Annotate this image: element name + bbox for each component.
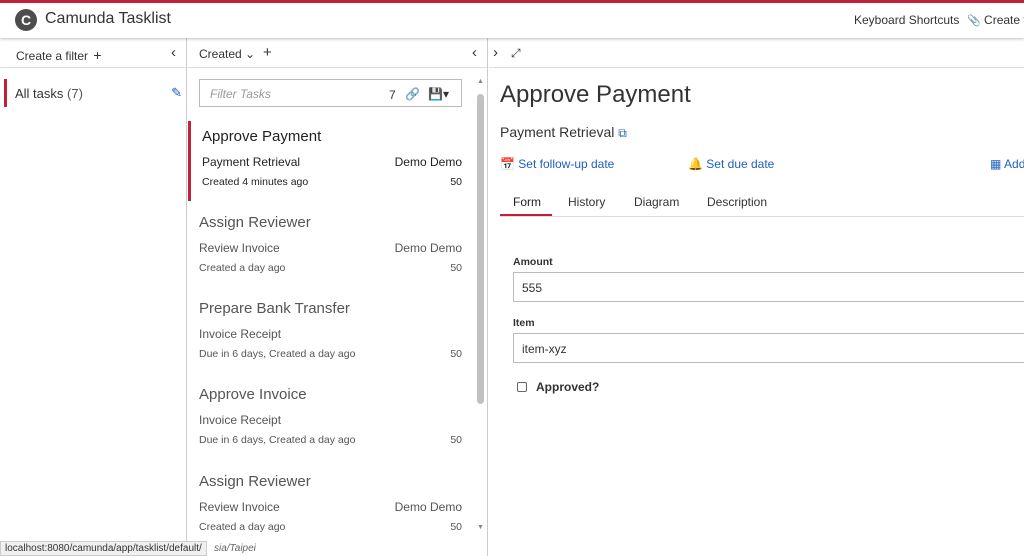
add-label: Add [1004, 157, 1024, 171]
save-floppy-icon[interactable]: 💾▾ [428, 87, 449, 101]
edit-filter-pencil-icon[interactable]: ✎ [171, 85, 182, 101]
task-priority: 50 [450, 348, 462, 360]
filter-count: (7) [67, 86, 83, 101]
scroll-down-arrow-icon[interactable]: ▼ [477, 524, 484, 531]
grid-icon: ▦ [990, 157, 1002, 171]
collapse-tasklist-icon[interactable]: ‹ [472, 44, 477, 61]
item-field[interactable]: item-xyz [513, 333, 1024, 363]
item-value: item-xyz [522, 342, 567, 356]
link-icon[interactable]: 🔗 [405, 87, 420, 101]
task-process: Review Invoice [199, 241, 280, 255]
tasklist-header: Created ⌄ + ‹ [188, 38, 487, 68]
set-follow-up-date-button[interactable]: 📅 Set follow-up date [500, 157, 614, 171]
task-created: Due in 6 days, Created a day ago [199, 348, 356, 360]
bell-icon: 🔔 [688, 157, 703, 171]
filters-header: Create a filter + ‹ [0, 38, 186, 68]
task-item[interactable]: Approve Payment Payment Retrieval Demo D… [188, 121, 472, 201]
search-placeholder: Filter Tasks [210, 87, 271, 101]
task-assignee: Demo Demo [394, 500, 462, 514]
task-assignee: Demo Demo [394, 155, 462, 169]
top-navbar: C Camunda Tasklist Keyboard Shortcuts 📎 … [0, 0, 1024, 38]
task-item[interactable]: Assign Reviewer Review Invoice Demo Demo… [188, 207, 472, 287]
approved-label: Approved? [536, 380, 600, 394]
expand-panel-icon[interactable]: › [493, 44, 498, 61]
scrollbar-thumb[interactable] [477, 94, 484, 404]
task-priority: 50 [450, 434, 462, 446]
add-groups-button[interactable]: ▦ Add [990, 157, 1024, 171]
task-name: Approve Invoice [199, 386, 307, 403]
task-created: Created 4 minutes ago [202, 176, 309, 188]
follow-up-label: Set follow-up date [518, 157, 615, 171]
set-due-date-button[interactable]: 🔔 Set due date [688, 157, 774, 171]
task-process: Review Invoice [199, 500, 280, 514]
calendar-icon: 📅 [500, 157, 515, 171]
create-task-link[interactable]: 📎 Create t [967, 13, 1024, 27]
detail-tabs: Form History Diagram Description [500, 193, 1024, 217]
filter-name: All tasks [15, 86, 64, 101]
plus-icon: + [93, 47, 102, 63]
process-name: Payment Retrieval [500, 124, 615, 140]
filter-tasks-search[interactable]: Filter Tasks 7 🔗 💾▾ [199, 79, 462, 107]
tab-diagram[interactable]: Diagram [634, 195, 679, 209]
task-created: Created a day ago [199, 521, 286, 533]
scroll-up-arrow-icon[interactable]: ▲ [477, 78, 484, 85]
timezone-text: sia/Taipei [214, 543, 256, 554]
collapse-filters-icon[interactable]: ‹ [171, 44, 176, 61]
task-count: 7 [389, 88, 396, 102]
paperclip-icon: 📎 [967, 15, 981, 27]
active-tab-indicator [500, 214, 552, 216]
task-name: Assign Reviewer [199, 214, 311, 231]
amount-field[interactable]: 555 [513, 272, 1024, 302]
filter-label: All tasks (7) [15, 86, 83, 101]
task-item[interactable]: Approve Invoice Invoice Receipt Due in 6… [188, 379, 472, 459]
task-priority: 50 [450, 176, 462, 188]
app-title[interactable]: Camunda Tasklist [45, 10, 171, 28]
browser-status-url: localhost:8080/camunda/app/tasklist/defa… [0, 541, 207, 556]
sort-label: Created [199, 47, 242, 61]
create-task-label: Create t [984, 13, 1024, 27]
create-filter-button[interactable]: Create a filter + [16, 47, 102, 63]
task-process: Payment Retrieval [202, 155, 301, 169]
external-link-icon: ⧉ [618, 126, 627, 140]
tasklist-scrollbar[interactable]: ▲ ▼ [477, 78, 484, 533]
task-item[interactable]: Assign Reviewer Review Invoice Demo Demo… [188, 466, 472, 546]
tab-history[interactable]: History [568, 195, 605, 209]
maximize-icon[interactable]: ⤢ [511, 46, 521, 61]
camunda-logo-icon[interactable]: C [15, 9, 37, 31]
tasklist-panel: Created ⌄ + ‹ Filter Tasks 7 🔗 💾▾ Approv… [188, 38, 488, 556]
add-sorting-plus-icon[interactable]: + [263, 44, 272, 61]
task-item[interactable]: Prepare Bank Transfer Invoice Receipt Du… [188, 293, 472, 373]
task-process: Invoice Receipt [199, 413, 282, 427]
task-created: Created a day ago [199, 262, 286, 274]
amount-value: 555 [522, 281, 543, 295]
chevron-down-icon: ⌄ [245, 47, 256, 61]
detail-header: › ⤢ [489, 38, 1024, 68]
tab-description[interactable]: Description [707, 195, 767, 209]
due-label: Set due date [706, 157, 775, 171]
task-priority: 50 [450, 521, 462, 533]
create-filter-label: Create a filter [16, 49, 89, 63]
task-created: Due in 6 days, Created a day ago [199, 434, 356, 446]
keyboard-shortcuts-link[interactable]: Keyboard Shortcuts [854, 13, 959, 27]
task-detail-panel: › ⤢ Approve Payment Payment Retrieval ⧉ … [489, 38, 1024, 556]
sort-dropdown[interactable]: Created ⌄ [199, 47, 255, 61]
task-name: Assign Reviewer [199, 473, 311, 490]
task-process: Invoice Receipt [199, 327, 282, 341]
task-priority: 50 [450, 262, 462, 274]
approved-checkbox[interactable] [517, 382, 527, 392]
item-label: Item [513, 317, 535, 329]
filter-all-tasks[interactable]: All tasks (7) ✎ [4, 79, 186, 107]
task-name: Prepare Bank Transfer [199, 300, 350, 317]
task-name: Approve Payment [202, 128, 322, 145]
task-title: Approve Payment [500, 81, 691, 108]
process-link[interactable]: Payment Retrieval ⧉ [500, 124, 627, 141]
task-assignee: Demo Demo [394, 241, 462, 255]
filters-panel: Create a filter + ‹ All tasks (7) ✎ [0, 38, 187, 556]
tab-form[interactable]: Form [513, 195, 541, 209]
amount-label: Amount [513, 256, 553, 268]
